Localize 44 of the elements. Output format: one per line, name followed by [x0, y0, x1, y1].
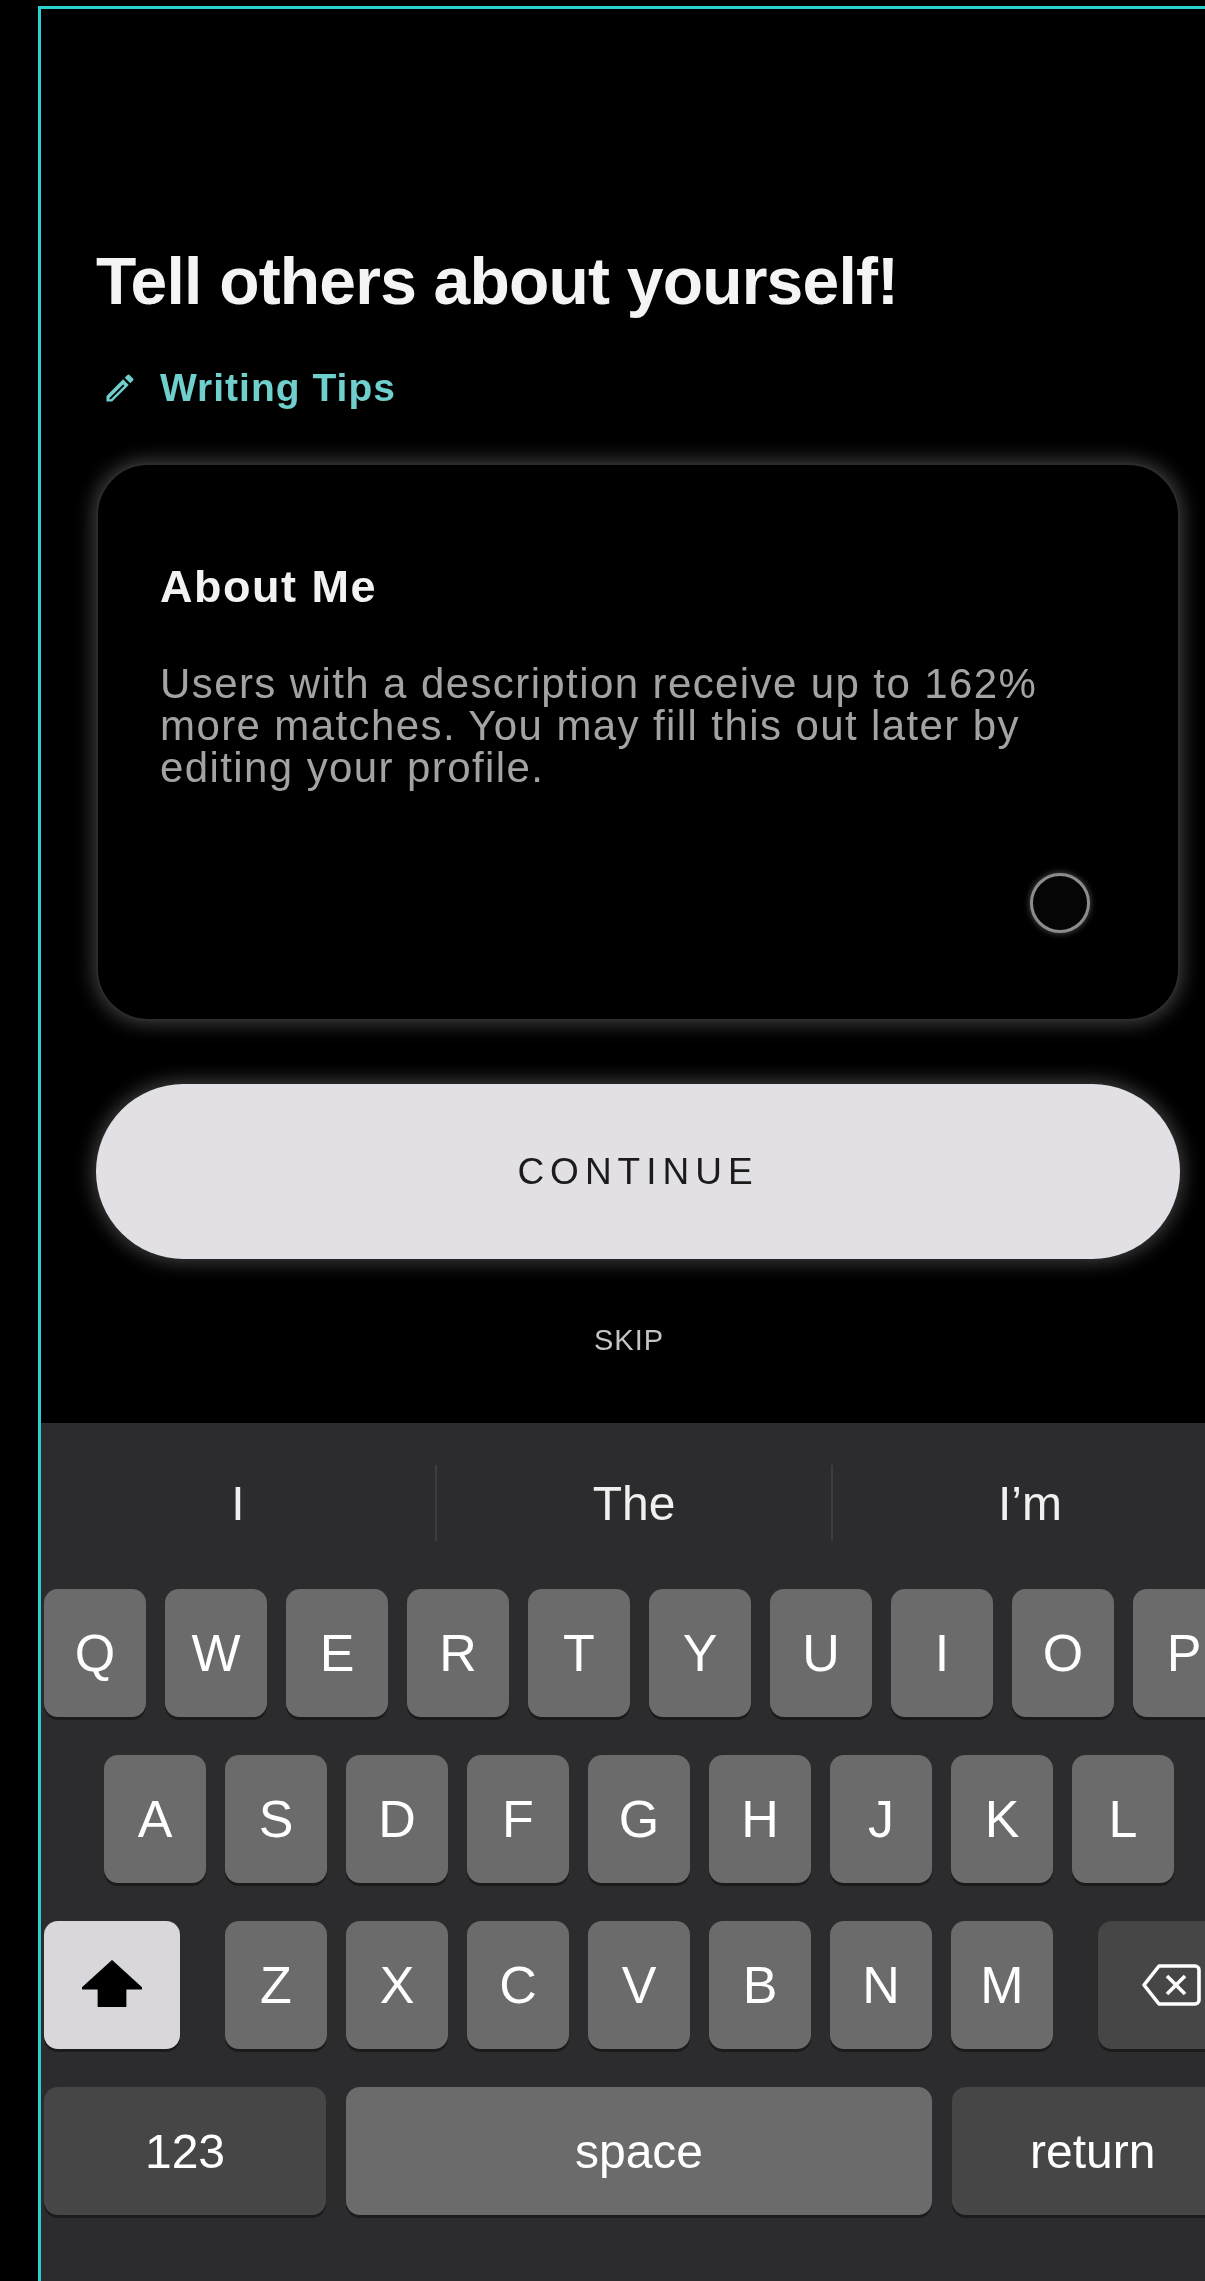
- key[interactable]: T: [528, 1589, 630, 1717]
- suggestion[interactable]: I: [231, 1475, 245, 1531]
- key[interactable]: R: [407, 1589, 509, 1717]
- ring-icon: [1030, 873, 1090, 933]
- key[interactable]: F: [467, 1755, 569, 1883]
- key[interactable]: Q: [44, 1589, 146, 1717]
- key[interactable]: P: [1133, 1589, 1205, 1717]
- key[interactable]: L: [1072, 1755, 1174, 1883]
- writing-tips-link[interactable]: Writing Tips: [102, 368, 396, 408]
- suggestion[interactable]: I’m: [998, 1475, 1062, 1531]
- key[interactable]: W: [165, 1589, 267, 1717]
- page-heading: Tell others about yourself!: [96, 246, 899, 316]
- key[interactable]: A: [104, 1755, 206, 1883]
- key[interactable]: Y: [649, 1589, 751, 1717]
- space-key[interactable]: space: [346, 2087, 932, 2215]
- key[interactable]: K: [951, 1755, 1053, 1883]
- return-key[interactable]: return: [952, 2087, 1205, 2215]
- shift-key[interactable]: [44, 1921, 180, 2049]
- key[interactable]: J: [830, 1755, 932, 1883]
- key[interactable]: G: [588, 1755, 690, 1883]
- key[interactable]: O: [1012, 1589, 1114, 1717]
- key[interactable]: M: [951, 1921, 1053, 2049]
- key[interactable]: D: [346, 1755, 448, 1883]
- key[interactable]: H: [709, 1755, 811, 1883]
- key[interactable]: U: [770, 1589, 872, 1717]
- about-me-field[interactable]: About Me Users with a description receive up to 162% more matches. You may fill this out later by editing your profile.: [96, 463, 1180, 1021]
- delete-key[interactable]: [1098, 1921, 1205, 2049]
- numbers-key[interactable]: 123: [44, 2087, 326, 2215]
- key[interactable]: V: [588, 1921, 690, 2049]
- key[interactable]: B: [709, 1921, 811, 2049]
- key[interactable]: Z: [225, 1921, 327, 2049]
- key[interactable]: N: [830, 1921, 932, 2049]
- key[interactable]: E: [286, 1589, 388, 1717]
- placeholder-text: Users with a description receive up to 162% more matches. You may fill this out later by editing your profile.: [160, 663, 1039, 789]
- suggestion[interactable]: The: [592, 1475, 676, 1531]
- key[interactable]: X: [346, 1921, 448, 2049]
- field-label: About Me: [160, 565, 378, 609]
- skip-link[interactable]: SKIP: [594, 1320, 665, 1360]
- key[interactable]: I: [891, 1589, 993, 1717]
- key[interactable]: S: [225, 1755, 327, 1883]
- shift-arrow-icon: [82, 1960, 142, 2010]
- backspace-icon: [1140, 1963, 1202, 2007]
- key[interactable]: C: [467, 1921, 569, 2049]
- continue-button[interactable]: CONTINUE: [96, 1084, 1180, 1259]
